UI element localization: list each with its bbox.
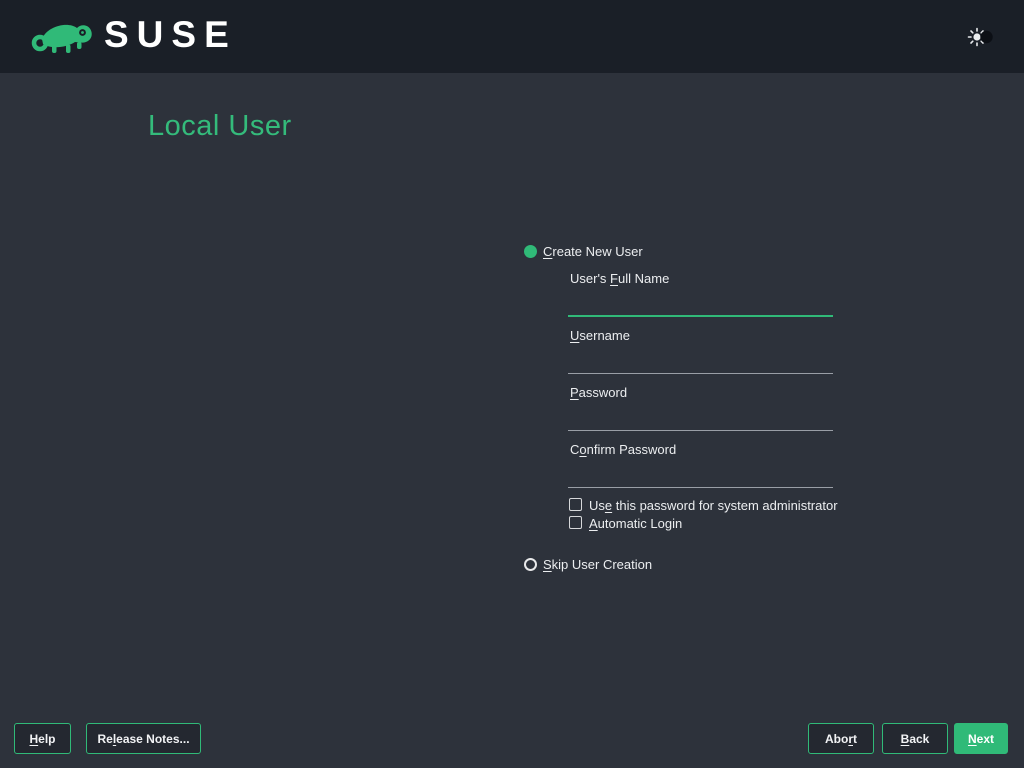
username-input[interactable] (568, 346, 833, 373)
brand-wordmark: SUSE (104, 14, 237, 56)
back-button[interactable]: Back (882, 723, 948, 754)
skip-user-creation-radio[interactable] (524, 558, 537, 571)
password-label: Password (570, 385, 627, 400)
full-name-field[interactable] (568, 289, 833, 317)
use-password-for-admin-label[interactable]: Use this password for system administrat… (589, 498, 838, 513)
full-name-input[interactable] (568, 289, 833, 315)
username-label: Username (570, 328, 630, 343)
password-field[interactable] (568, 403, 833, 431)
automatic-login-label[interactable]: Automatic Login (589, 516, 682, 531)
create-new-user-radio[interactable] (524, 245, 537, 258)
password-input[interactable] (568, 403, 833, 430)
confirm-password-input[interactable] (568, 460, 833, 487)
next-button[interactable]: Next (954, 723, 1008, 754)
automatic-login-checkbox[interactable] (569, 516, 582, 529)
theme-toggle-icon[interactable] (966, 27, 996, 47)
confirm-password-label: Confirm Password (570, 442, 676, 457)
release-notes-button[interactable]: Release Notes... (86, 723, 201, 754)
username-field[interactable] (568, 346, 833, 374)
create-new-user-label[interactable]: Create New User (543, 244, 643, 259)
abort-button[interactable]: Abort (808, 723, 874, 754)
full-name-label: User's Full Name (570, 271, 669, 286)
skip-user-creation-label[interactable]: Skip User Creation (543, 557, 652, 572)
help-button[interactable]: Help (14, 723, 71, 754)
page-title: Local User (148, 110, 292, 143)
use-password-for-admin-checkbox[interactable] (569, 498, 582, 511)
suse-chameleon-logo (30, 16, 96, 56)
header-bar: SUSE (0, 0, 1024, 73)
confirm-password-field[interactable] (568, 460, 833, 488)
